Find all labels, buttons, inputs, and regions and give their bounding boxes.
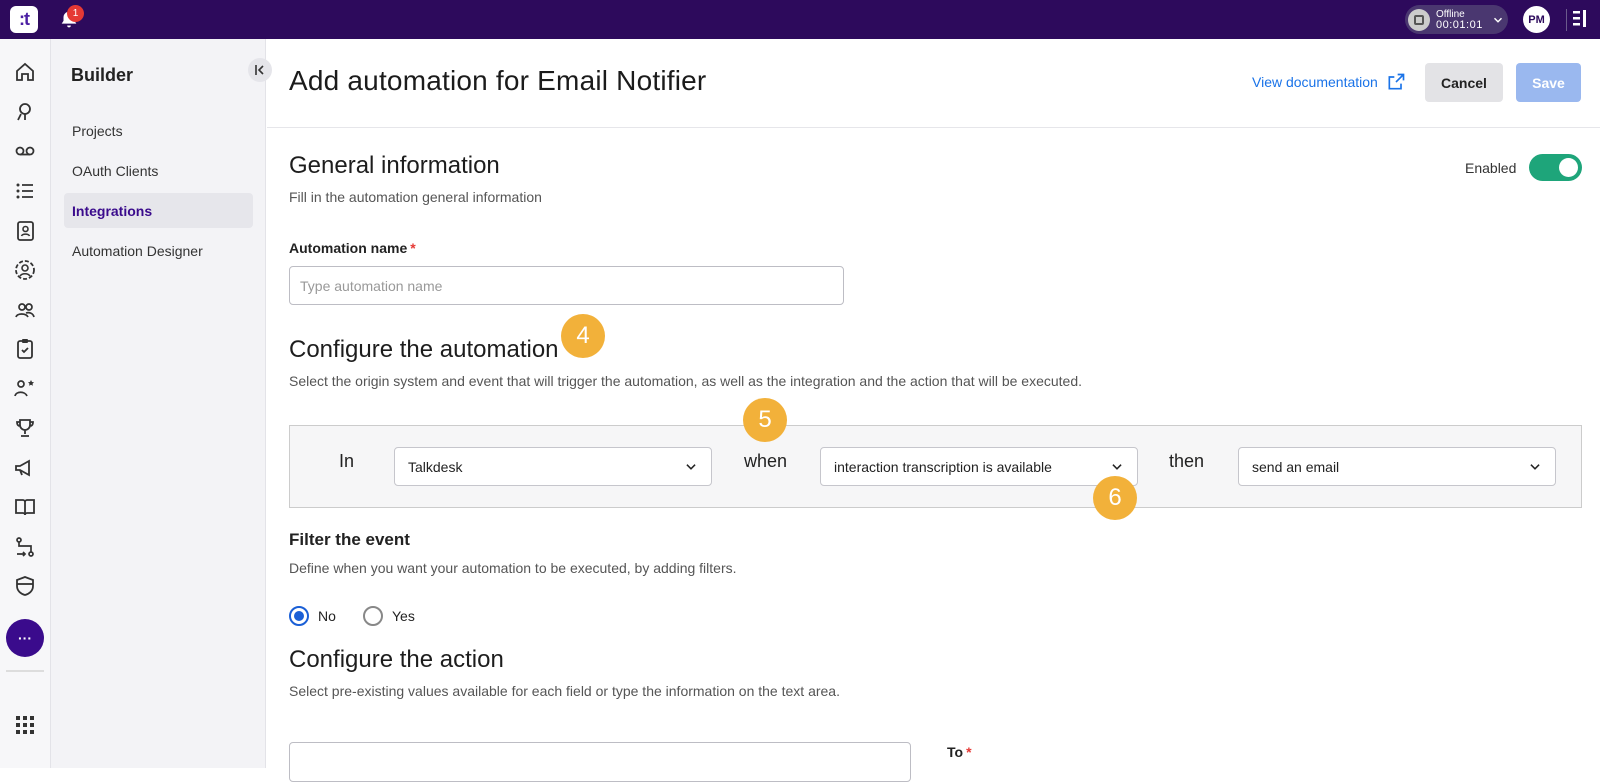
origin-system-select[interactable]: Talkdesk (394, 447, 712, 486)
collapse-left-icon (255, 65, 264, 75)
chevron-down-icon (1493, 17, 1502, 23)
clipboard-check-icon[interactable] (13, 337, 37, 361)
word-then: then (1169, 451, 1205, 471)
step-marker-6: 6 (1093, 476, 1137, 520)
app-rail: ··· (0, 39, 51, 768)
nav-item-integrations[interactable]: Integrations (64, 193, 253, 228)
filter-yes-label: Yes (392, 608, 415, 624)
avatar[interactable]: PM (1523, 6, 1550, 33)
automation-name-input[interactable] (289, 266, 844, 305)
external-link-icon (1388, 73, 1405, 90)
event-value: interaction transcription is available (834, 458, 1052, 475)
nav-item-projects[interactable]: Projects (64, 113, 253, 148)
side-panel-icon[interactable] (1566, 9, 1588, 31)
people-star-icon[interactable] (13, 376, 37, 400)
required-mark: * (410, 240, 416, 256)
chevron-down-icon (1112, 464, 1122, 470)
enabled-toggle[interactable] (1529, 154, 1582, 181)
team-icon[interactable] (13, 298, 37, 322)
trophy-icon[interactable] (13, 416, 37, 440)
notification-badge: 1 (67, 5, 84, 22)
list-icon[interactable] (13, 179, 37, 203)
rail-divider (6, 670, 44, 672)
nav-item-automation-designer[interactable]: Automation Designer (64, 233, 253, 268)
to-label-text: To (947, 744, 964, 760)
step-marker-5: 5 (743, 398, 787, 442)
configure-action-subtitle: Select pre-existing values available for… (289, 683, 840, 699)
filter-event-subtitle: Define when you want your automation to … (289, 560, 737, 576)
general-information-heading: General information (289, 152, 500, 179)
action-values-field[interactable] (289, 742, 911, 782)
cancel-button[interactable]: Cancel (1425, 63, 1503, 102)
more-apps-button[interactable]: ··· (6, 619, 44, 657)
word-in: In (339, 451, 355, 471)
status-label: Offline (1436, 8, 1465, 20)
megaphone-icon[interactable] (13, 456, 37, 480)
origin-system-value: Talkdesk (408, 458, 463, 475)
general-information-subtitle: Fill in the automation general informati… (289, 189, 542, 205)
save-button[interactable]: Save (1516, 63, 1581, 102)
automation-name-label: Automation name * (289, 240, 416, 256)
main-content: Add automation for Email Notifier View d… (267, 39, 1600, 782)
event-select[interactable]: interaction transcription is available (820, 447, 1138, 486)
radio-selected-icon (289, 606, 309, 626)
doc-link-label: View documentation (1252, 74, 1378, 90)
contacts-icon[interactable] (13, 219, 37, 243)
action-value: send an email (1252, 458, 1340, 475)
page-header: Add automation for Email Notifier View d… (267, 39, 1600, 128)
offline-status-icon (1408, 8, 1430, 31)
top-bar: :t 1 Offline 00:01:01 PM (0, 0, 1600, 39)
required-mark: * (966, 744, 972, 760)
nav-title: Builder (71, 65, 134, 85)
home-icon[interactable] (13, 60, 37, 84)
radio-unselected-icon (363, 606, 383, 626)
configure-automation-heading: Configure the automation (289, 336, 559, 363)
voicemail-icon[interactable] (13, 139, 37, 163)
filter-event-heading: Filter the event (289, 530, 410, 549)
status-timer: 00:01:01 (1436, 18, 1483, 31)
user-circle-icon[interactable] (13, 258, 37, 282)
book-icon[interactable] (13, 495, 37, 519)
action-select[interactable]: send an email (1238, 447, 1556, 486)
word-when: when (744, 451, 788, 471)
app-logo[interactable]: :t (10, 6, 38, 33)
chevron-down-icon (686, 464, 696, 470)
status-selector[interactable]: Offline 00:01:01 (1405, 5, 1508, 34)
page-title: Add automation for Email Notifier (289, 65, 707, 96)
to-field-label: To * (947, 744, 972, 760)
filter-radio-yes[interactable]: Yes (363, 606, 415, 626)
builder-nav: Builder Projects OAuth Clients Integrati… (51, 39, 272, 768)
toggle-knob (1559, 158, 1578, 177)
chevron-down-icon (1530, 464, 1540, 470)
enabled-label: Enabled (1465, 160, 1517, 176)
configure-action-heading: Configure the action (289, 646, 504, 673)
grid-icon[interactable] (13, 713, 37, 737)
step-marker-4: 4 (561, 314, 605, 358)
agent-icon[interactable] (13, 100, 37, 124)
flow-icon[interactable] (13, 535, 37, 559)
configure-automation-subtitle: Select the origin system and event that … (289, 373, 1083, 389)
view-documentation-link[interactable]: View documentation (1252, 72, 1406, 92)
filter-radio-no[interactable]: No (289, 606, 336, 626)
automation-name-label-text: Automation name (289, 240, 408, 256)
filter-no-label: No (318, 608, 336, 624)
nav-item-oauth-clients[interactable]: OAuth Clients (64, 153, 253, 188)
shield-icon[interactable] (13, 574, 37, 598)
